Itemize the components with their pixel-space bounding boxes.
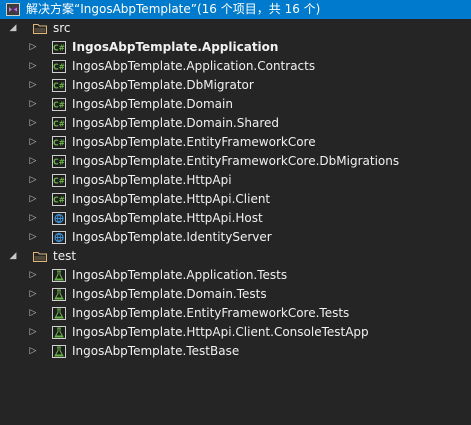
folder-icon [33, 250, 47, 263]
collapsed-arrow-icon[interactable]: ▷ [28, 133, 38, 152]
collapsed-arrow-icon[interactable]: ▷ [28, 228, 38, 247]
project-label: IngosAbpTemplate.Domain [72, 97, 233, 111]
collapsed-arrow-icon[interactable]: ▷ [28, 304, 38, 323]
project-node-ingosabptemplate-httpapi-client-consoletestapp[interactable]: ▷ IngosAbpTemplate.HttpApi.Client.Console… [0, 323, 471, 342]
project-label: IngosAbpTemplate.IdentityServer [72, 230, 272, 244]
project-node-ingosabptemplate-entityframeworkcore-tests[interactable]: ▷ IngosAbpTemplate.EntityFrameworkCore.Te… [0, 304, 471, 323]
folder-icon [33, 22, 47, 35]
expanded-arrow-icon[interactable]: ◢ [8, 247, 18, 266]
test-project-icon [52, 269, 66, 282]
collapsed-arrow-icon[interactable]: ▷ [28, 76, 38, 95]
csharp-project-icon: C# [52, 41, 66, 54]
solution-explorer: 解决方案“IngosAbpTemplate”(16 个项目，共 16 个) ◢ sr… [0, 0, 471, 425]
collapsed-arrow-icon[interactable]: ▷ [28, 209, 38, 228]
svg-text:C#: C# [53, 63, 65, 72]
collapsed-arrow-icon[interactable]: ▷ [28, 38, 38, 57]
collapsed-arrow-icon[interactable]: ▷ [28, 323, 38, 342]
folder-label: test [53, 249, 77, 263]
csharp-project-icon: C# [52, 79, 66, 92]
svg-text:C#: C# [53, 101, 65, 110]
project-node-ingosabptemplate-application-contracts[interactable]: ▷ C# IngosAbpTemplate.Application.Contract… [0, 57, 471, 76]
project-node-ingosabptemplate-entityframeworkcore-dbmigrations[interactable]: ▷ C# IngosAbpTemplate.EntityFrameworkCore.… [0, 152, 471, 171]
project-node-ingosabptemplate-httpapi-host[interactable]: ▷ IngosAbpTemplate.HttpApi.Host [0, 209, 471, 228]
web-project-icon [52, 231, 66, 244]
svg-text:C#: C# [53, 196, 65, 205]
project-node-ingosabptemplate-entityframeworkcore[interactable]: ▷ C# IngosAbpTemplate.EntityFrameworkCore [0, 133, 471, 152]
collapsed-arrow-icon[interactable]: ▷ [28, 190, 38, 209]
project-label: IngosAbpTemplate.EntityFrameworkCore.DbM… [72, 154, 400, 168]
svg-text:C#: C# [53, 177, 65, 186]
project-node-ingosabptemplate-domain-shared[interactable]: ▷ C# IngosAbpTemplate.Domain.Shared [0, 114, 471, 133]
folder-node-src[interactable]: ◢ src [0, 19, 471, 38]
svg-text:C#: C# [53, 120, 65, 129]
svg-text:C#: C# [53, 44, 65, 53]
project-label: IngosAbpTemplate.Application [72, 40, 279, 54]
project-label: IngosAbpTemplate.DbMigrator [72, 78, 254, 92]
project-label: IngosAbpTemplate.Application.Tests [72, 268, 288, 282]
project-label: IngosAbpTemplate.HttpApi [72, 173, 232, 187]
solution-node[interactable]: 解决方案“IngosAbpTemplate”(16 个项目，共 16 个) [0, 0, 471, 19]
project-label: IngosAbpTemplate.HttpApi.Client.ConsoleT… [72, 325, 369, 339]
project-node-ingosabptemplate-domain[interactable]: ▷ C# IngosAbpTemplate.Domain [0, 95, 471, 114]
project-node-ingosabptemplate-application[interactable]: ▷ C# IngosAbpTemplate.Application [0, 38, 471, 57]
csharp-project-icon: C# [52, 136, 66, 149]
csharp-project-icon: C# [52, 155, 66, 168]
test-project-icon [52, 288, 66, 301]
collapsed-arrow-icon[interactable]: ▷ [28, 285, 38, 304]
project-node-ingosabptemplate-application-tests[interactable]: ▷ IngosAbpTemplate.Application.Tests [0, 266, 471, 285]
collapsed-arrow-icon[interactable]: ▷ [28, 95, 38, 114]
solution-label: 解决方案“IngosAbpTemplate”(16 个项目，共 16 个) [26, 2, 321, 16]
web-project-icon [52, 212, 66, 225]
svg-text:C#: C# [53, 158, 65, 167]
test-project-icon [52, 326, 66, 339]
project-label: IngosAbpTemplate.Domain.Shared [72, 116, 279, 130]
project-node-ingosabptemplate-dbmigrator[interactable]: ▷ C# IngosAbpTemplate.DbMigrator [0, 76, 471, 95]
project-node-ingosabptemplate-httpapi-client[interactable]: ▷ C# IngosAbpTemplate.HttpApi.Client [0, 190, 471, 209]
svg-text:C#: C# [53, 82, 65, 91]
test-project-icon [52, 345, 66, 358]
project-label: IngosAbpTemplate.Domain.Tests [72, 287, 267, 301]
collapsed-arrow-icon[interactable]: ▷ [28, 266, 38, 285]
project-label: IngosAbpTemplate.EntityFrameworkCore [72, 135, 316, 149]
project-label: IngosAbpTemplate.Application.Contracts [72, 59, 316, 73]
collapsed-arrow-icon[interactable]: ▷ [28, 152, 38, 171]
project-node-ingosabptemplate-httpapi[interactable]: ▷ C# IngosAbpTemplate.HttpApi [0, 171, 471, 190]
folder-label: src [53, 21, 71, 35]
project-label: IngosAbpTemplate.TestBase [72, 344, 240, 358]
project-label: IngosAbpTemplate.EntityFrameworkCore.Tes… [72, 306, 350, 320]
project-label: IngosAbpTemplate.HttpApi.Client [72, 192, 271, 206]
svg-text:C#: C# [53, 139, 65, 148]
collapsed-arrow-icon[interactable]: ▷ [28, 171, 38, 190]
csharp-project-icon: C# [52, 117, 66, 130]
collapsed-arrow-icon[interactable]: ▷ [28, 114, 38, 133]
csharp-project-icon: C# [52, 60, 66, 73]
project-label: IngosAbpTemplate.HttpApi.Host [72, 211, 263, 225]
collapsed-arrow-icon[interactable]: ▷ [28, 342, 38, 361]
collapsed-arrow-icon[interactable]: ▷ [28, 57, 38, 76]
csharp-project-icon: C# [52, 98, 66, 111]
visual-studio-solution-icon [6, 3, 20, 16]
csharp-project-icon: C# [52, 174, 66, 187]
test-project-icon [52, 307, 66, 320]
expanded-arrow-icon[interactable]: ◢ [8, 19, 18, 38]
project-node-ingosabptemplate-domain-tests[interactable]: ▷ IngosAbpTemplate.Domain.Tests [0, 285, 471, 304]
folder-node-test[interactable]: ◢ test [0, 247, 471, 266]
csharp-project-icon: C# [52, 193, 66, 206]
project-node-ingosabptemplate-testbase[interactable]: ▷ IngosAbpTemplate.TestBase [0, 342, 471, 361]
project-node-ingosabptemplate-identityserver[interactable]: ▷ IngosAbpTemplate.IdentityServer [0, 228, 471, 247]
